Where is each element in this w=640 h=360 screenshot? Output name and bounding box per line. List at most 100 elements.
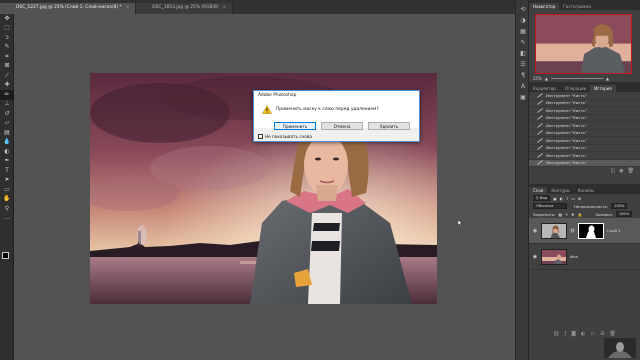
lock-pixels-icon[interactable]: ▦: [558, 212, 562, 217]
document-tab-1[interactable]: DSC_5227.jpg @ 25% (Слой 1, Слой-маска/8…: [0, 3, 137, 14]
layer-row-1[interactable]: ◉ ⛓ Слой 1: [529, 218, 640, 244]
layer-thumbnail[interactable]: [541, 222, 567, 239]
visibility-eye-icon[interactable]: ◉: [532, 228, 538, 234]
brush-icon: [537, 145, 543, 151]
character-icon[interactable]: A: [516, 81, 530, 92]
pen-tool-icon[interactable]: ✒: [0, 157, 14, 167]
history-item-current[interactable]: Инструмент "Кисть": [529, 159, 640, 167]
tab-channels[interactable]: Каналы: [574, 187, 598, 194]
history-item[interactable]: Инструмент "Кисть": [529, 130, 640, 137]
lock-paint-icon[interactable]: ✎: [565, 212, 568, 217]
brush-icon: [537, 160, 543, 166]
tab-layers[interactable]: Слои: [529, 187, 548, 194]
brush-tool-icon[interactable]: ✏: [0, 90, 14, 100]
history-item[interactable]: Инструмент "Кисть": [529, 115, 640, 122]
layer-row-2[interactable]: ◉ Фон: [529, 244, 640, 270]
crop-tool-icon[interactable]: ⌗: [0, 52, 14, 62]
eraser-tool-icon[interactable]: ▱: [0, 119, 14, 129]
tab-histogram[interactable]: Гистограмма: [559, 3, 595, 10]
move-tool-icon[interactable]: ✥: [0, 14, 14, 24]
frame-tool-icon[interactable]: ⊠: [0, 62, 14, 72]
history-item[interactable]: Инструмент "Кисть": [529, 145, 640, 152]
trash-icon[interactable]: 🗑: [628, 168, 634, 174]
group-icon[interactable]: ▭: [591, 331, 596, 337]
foreground-color-swatch[interactable]: [2, 252, 9, 259]
blend-mode-select[interactable]: Обычные: [533, 203, 567, 209]
dont-show-again-checkbox[interactable]: [258, 134, 263, 139]
tab-actions[interactable]: Операции: [561, 85, 590, 92]
blur-tool-icon[interactable]: 💧: [0, 138, 14, 148]
tab-history[interactable]: История: [590, 85, 616, 92]
fill-input[interactable]: 100%: [615, 211, 633, 217]
history-item[interactable]: Инструмент "Кисть": [529, 122, 640, 130]
zoom-out-icon[interactable]: ▲: [545, 76, 548, 81]
tab-paths[interactable]: Контуры: [547, 187, 573, 194]
history-brush-tool-icon[interactable]: ↺: [0, 109, 14, 119]
adjustments-icon[interactable]: ◧: [516, 48, 530, 59]
history-item[interactable]: Инструмент "Кисть": [529, 137, 640, 145]
lock-move-icon[interactable]: ✥: [571, 212, 574, 217]
trash-icon[interactable]: 🗑: [609, 331, 615, 337]
lock-all-icon[interactable]: 🔒: [577, 212, 582, 217]
zoom-value: 25%: [533, 76, 542, 81]
delete-button[interactable]: Удалить: [368, 122, 410, 130]
apply-button[interactable]: Применить: [274, 122, 316, 130]
camera-icon[interactable]: ◉: [619, 168, 623, 174]
visibility-eye-icon[interactable]: ◉: [532, 254, 538, 260]
zoom-in-icon[interactable]: ▲: [606, 76, 609, 81]
type-tool-icon[interactable]: T: [0, 166, 14, 176]
layer-thumbnail[interactable]: [541, 248, 567, 265]
zoom-slider[interactable]: [550, 78, 603, 79]
new-snapshot-icon[interactable]: ◫: [611, 168, 616, 174]
history-item[interactable]: Инструмент "Кисть": [529, 92, 640, 100]
gradient-tool-icon[interactable]: ▤: [0, 128, 14, 138]
marquee-tool-icon[interactable]: ⬚: [0, 24, 14, 34]
more-tools-icon[interactable]: …: [0, 214, 14, 224]
history-item[interactable]: Инструмент "Кисть": [529, 152, 640, 160]
libraries-icon[interactable]: ▣: [516, 92, 530, 103]
apply-mask-dialog: Adobe Photoshop Применить маску к слою п…: [253, 90, 420, 142]
fx-icon[interactable]: ƒ: [565, 331, 567, 337]
history-item[interactable]: Инструмент "Кисть": [529, 107, 640, 115]
paragraph-icon[interactable]: ¶: [516, 70, 530, 81]
healing-tool-icon[interactable]: ✚: [0, 81, 14, 91]
zoom-tool-icon[interactable]: ⚲: [0, 204, 14, 214]
history-item[interactable]: Инструмент "Кисть": [529, 100, 640, 107]
shape-tool-icon[interactable]: ▭: [0, 185, 14, 195]
opacity-input[interactable]: 100%: [611, 203, 628, 209]
link-icon[interactable]: ⛓: [553, 331, 559, 337]
history-icon[interactable]: ⟲: [516, 4, 530, 15]
layer-mask-thumbnail[interactable]: [578, 222, 605, 239]
adjustment-layer-icon[interactable]: ◐: [581, 331, 585, 337]
eyedropper-tool-icon[interactable]: ⁄: [0, 71, 14, 81]
cancel-button[interactable]: Отмена: [321, 122, 363, 130]
filter-pixel-icon[interactable]: ▣: [553, 196, 557, 201]
chain-icon[interactable]: ⛓: [570, 228, 575, 233]
quick-select-tool-icon[interactable]: ✎: [0, 43, 14, 53]
swatches-icon[interactable]: ▦: [516, 26, 530, 37]
layer-kind-select[interactable]: ⚲ Вид: [533, 195, 551, 201]
photoshop-window: DSC_5227.jpg @ 25% (Слой 1, Слой-маска/8…: [0, 0, 640, 360]
hand-tool-icon[interactable]: ✋: [0, 195, 14, 205]
filter-shape-icon[interactable]: ▭: [571, 196, 575, 201]
tab-navigator[interactable]: Навигатор: [529, 3, 560, 10]
clone-stamp-tool-icon[interactable]: ⊥: [0, 100, 14, 110]
brush-settings-icon[interactable]: ✎: [516, 37, 530, 48]
dont-show-again-option[interactable]: Не показывать снова: [258, 134, 312, 139]
navigator-thumbnail[interactable]: [535, 14, 632, 74]
filter-type-icon[interactable]: T: [566, 196, 568, 201]
path-select-tool-icon[interactable]: ➤: [0, 176, 14, 186]
dodge-tool-icon[interactable]: ◐: [0, 147, 14, 157]
add-mask-icon[interactable]: ◙: [571, 331, 576, 337]
close-icon[interactable]: ×: [223, 5, 227, 10]
navigator-zoom: 25% ▲ ▲: [533, 76, 609, 81]
lasso-tool-icon[interactable]: ↄ: [0, 33, 14, 43]
close-icon[interactable]: ×: [126, 5, 130, 10]
filter-smart-icon[interactable]: ⊞: [578, 196, 581, 201]
filter-adjust-icon[interactable]: ◐: [560, 196, 563, 201]
tab-adjustments[interactable]: Корректир.: [529, 85, 561, 92]
new-layer-icon[interactable]: ⊞: [600, 331, 604, 337]
properties-icon[interactable]: ☰: [516, 59, 530, 70]
document-tab-2[interactable]: DSC_1853.jpg @ 25% (RGB/8) ×: [136, 3, 234, 14]
color-icon[interactable]: ◑: [516, 15, 530, 26]
